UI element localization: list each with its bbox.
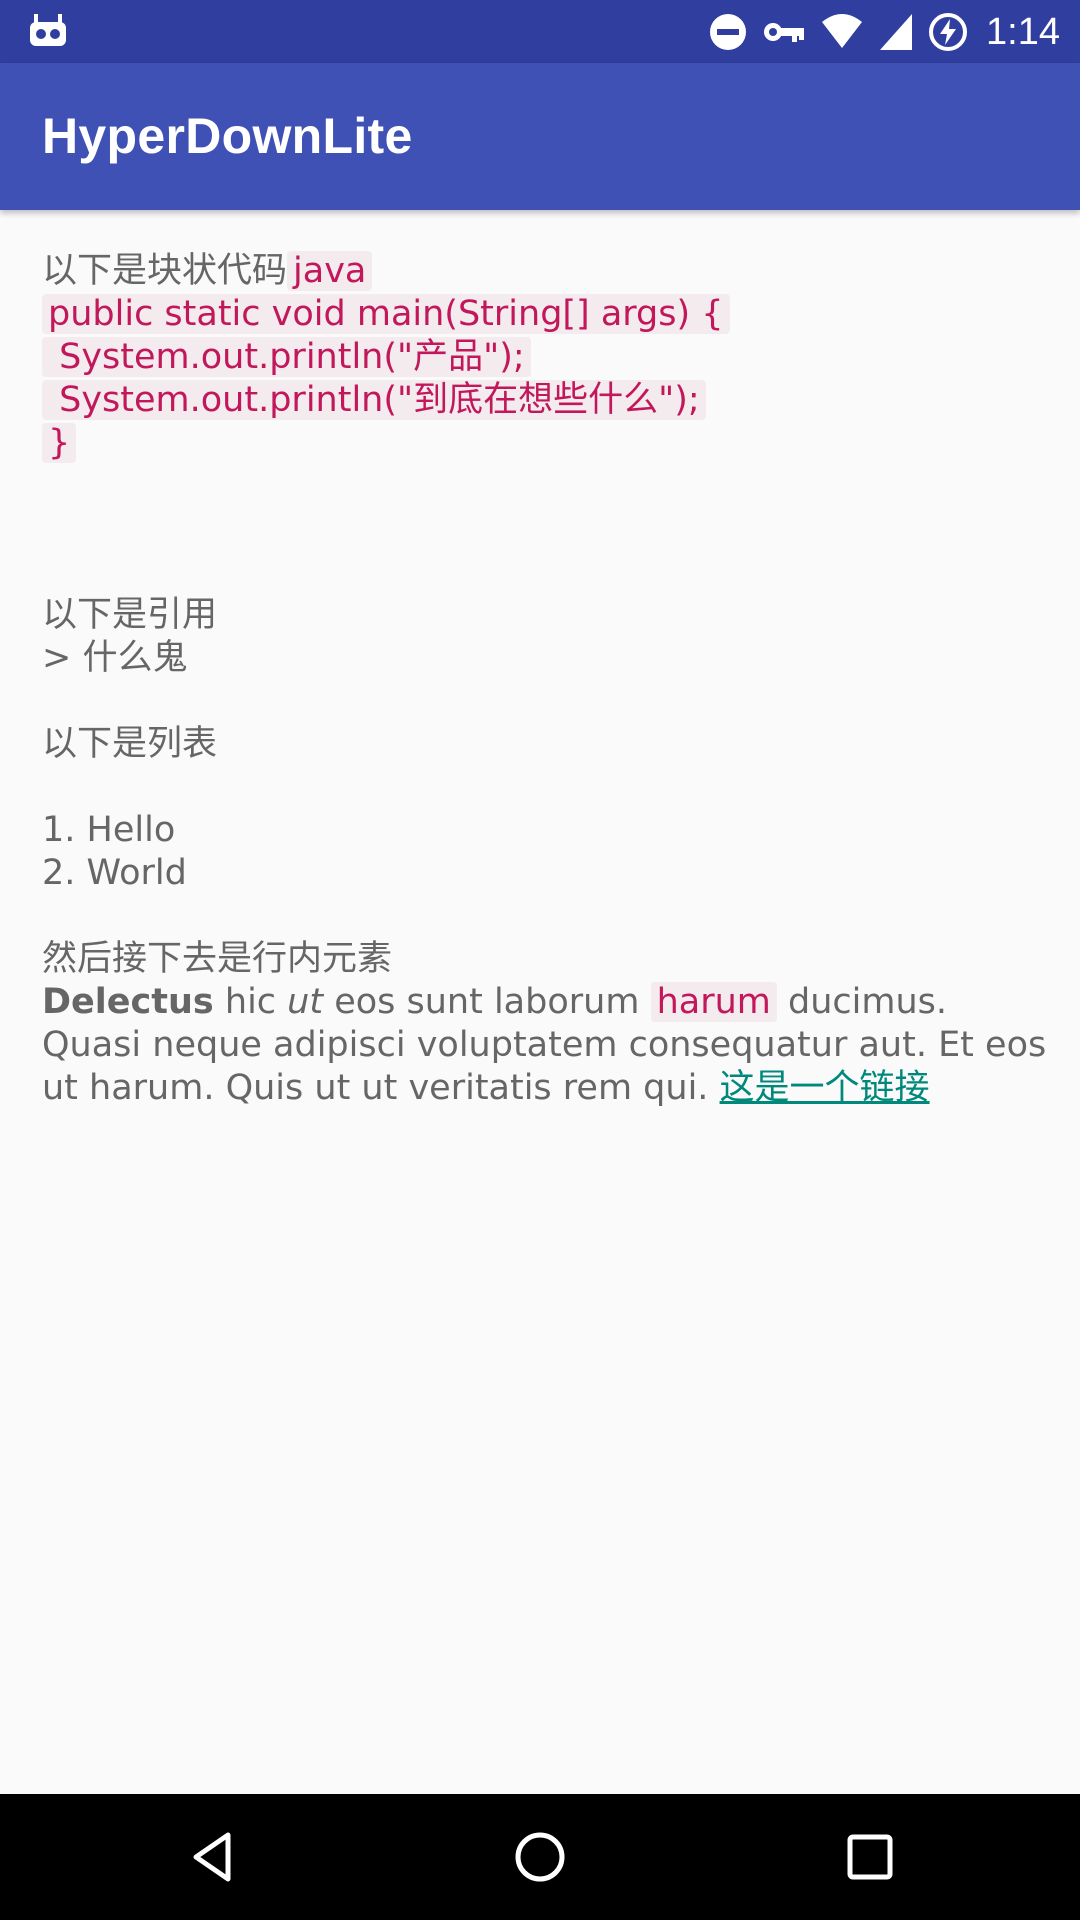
list-item: 2. World	[42, 853, 187, 893]
home-icon[interactable]	[510, 1827, 570, 1887]
inline-paragraph: Delectus hic ut eos sunt laborum harum d…	[42, 981, 1052, 1110]
vpn-key-icon	[764, 23, 805, 42]
wifi-icon	[822, 14, 863, 48]
list-item: 1. Hello	[42, 810, 176, 850]
app-bar: HyperDownLite	[0, 63, 1080, 210]
recents-icon[interactable]	[840, 1827, 900, 1887]
plain-text: hic	[213, 982, 288, 1022]
code-intro-text: 以下是块状代码	[42, 251, 288, 291]
code-line: System.out.println("到底在想些什么");	[42, 379, 1052, 422]
inline-code: harum	[650, 982, 777, 1022]
app-title: HyperDownLite	[42, 108, 413, 164]
code-line-text: System.out.println("产品");	[42, 337, 531, 377]
do-not-disturb-icon	[710, 14, 747, 50]
cell-signal-icon	[880, 14, 913, 50]
quote-intro: 以下是引用	[42, 595, 218, 635]
code-line: }	[42, 422, 1052, 465]
inline-link[interactable]: 这是一个链接	[720, 1068, 930, 1108]
markdown-content: 以下是块状代码 java public static void main(Stri…	[42, 250, 1052, 1110]
status-bar: 1:14	[0, 0, 1080, 63]
code-line-text: System.out.println("到底在想些什么");	[42, 380, 706, 420]
battery-charging-icon	[929, 13, 968, 51]
list-intro: 以下是列表	[42, 724, 218, 764]
quote-text: > 什么鬼	[42, 638, 188, 678]
navigation-bar	[0, 1794, 1080, 1920]
android-debug-icon	[30, 14, 66, 46]
bold-text: Delectus	[42, 982, 214, 1022]
plain-text: eos sunt laborum	[323, 982, 651, 1022]
code-language-label: java	[287, 251, 373, 291]
inline-intro: 然后接下去是行内元素	[42, 939, 393, 979]
code-block-intro: 以下是块状代码 java	[42, 250, 1052, 293]
code-line: public static void main(String[] args) {	[42, 293, 1052, 336]
clock: 1:14	[986, 10, 1060, 53]
code-line-text: }	[42, 423, 77, 463]
status-icons: 1:14	[708, 8, 1060, 56]
italic-text: ut	[287, 982, 324, 1022]
code-line: System.out.println("产品");	[42, 336, 1052, 379]
back-icon[interactable]	[182, 1827, 242, 1887]
code-line-text: public static void main(String[] args) {	[42, 294, 730, 334]
